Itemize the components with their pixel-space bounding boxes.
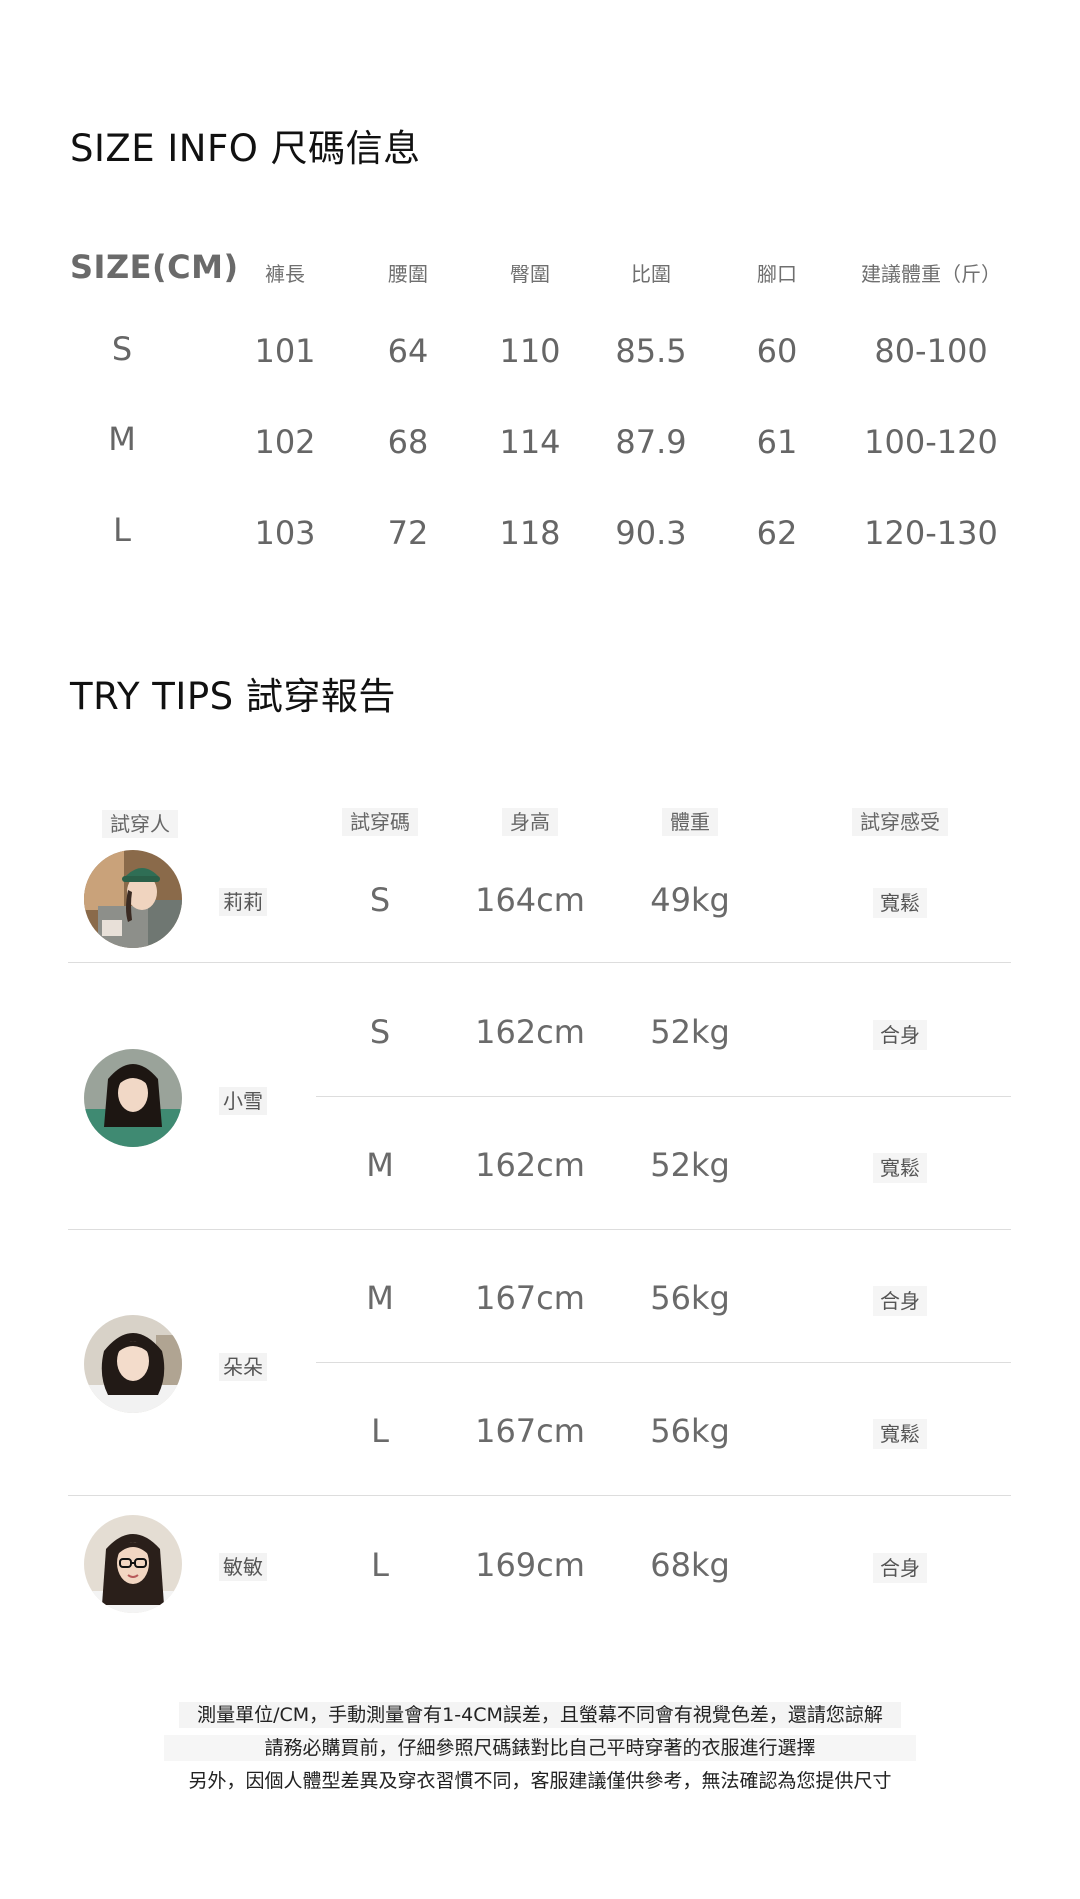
note-line-1: 測量單位/CM，手動測量會有1-4CM誤差，且螢幕不同會有視覺色差，還請您諒解	[0, 1700, 1080, 1728]
note-line-3: 另外，因個人體型差異及穿衣習慣不同，客服建議僅供參考，無法確認為您提供尺寸	[188, 1770, 892, 1792]
size-cell: 62	[756, 514, 798, 552]
size-cell: 90.3	[615, 514, 687, 552]
try-weight: 68kg	[650, 1546, 730, 1584]
tester-name: 小雪	[219, 1085, 267, 1115]
try-height: 167cm	[475, 1412, 585, 1450]
size-label: L	[113, 511, 131, 549]
size-cell: 101	[254, 332, 316, 370]
size-cell: 114	[499, 423, 561, 461]
try-weight: 52kg	[650, 1146, 730, 1184]
row-divider	[316, 1096, 1011, 1097]
tester-name: 朵朵	[219, 1351, 267, 1381]
size-cell: 110	[499, 332, 561, 370]
try-weight: 56kg	[650, 1412, 730, 1450]
try-weight: 52kg	[650, 1013, 730, 1051]
try-feel: 寬鬆	[840, 1418, 960, 1449]
size-cell: 118	[499, 514, 561, 552]
size-table-header-length: 褲長	[265, 262, 305, 286]
try-feel: 合身	[840, 1285, 960, 1316]
size-table-header-hem: 腳口	[757, 262, 797, 286]
try-height: 167cm	[475, 1279, 585, 1317]
try-size: S	[369, 881, 391, 919]
try-feel: 合身	[840, 1552, 960, 1583]
row-divider	[68, 1495, 1011, 1496]
try-size: M	[366, 1279, 394, 1317]
note-line-2: 請務必購買前，仔細參照尺碼錶對比自己平時穿著的衣服進行選擇	[0, 1733, 1080, 1761]
try-feel: 寬鬆	[840, 1152, 960, 1183]
size-label: S	[111, 330, 133, 368]
row-divider	[316, 1362, 1011, 1363]
try-header-feel: 試穿感受	[840, 806, 960, 836]
size-cell: 60	[756, 332, 798, 370]
try-feel: 寬鬆	[840, 887, 960, 918]
size-cell: 68	[387, 423, 429, 461]
size-table-header-size: SIZE(CM)	[70, 248, 239, 286]
try-weight: 49kg	[650, 881, 730, 919]
row-divider	[68, 1229, 1011, 1230]
woman-glasses-avatar-icon	[84, 1515, 182, 1613]
size-table-header-waist: 腰圍	[388, 262, 428, 286]
size-cell: 64	[387, 332, 429, 370]
try-height: 162cm	[475, 1013, 585, 1051]
woman-long-dark-hair-avatar-icon	[84, 1049, 182, 1147]
try-size: L	[371, 1546, 389, 1584]
try-size: S	[369, 1013, 391, 1051]
try-size: L	[371, 1412, 389, 1450]
size-cell: 103	[254, 514, 316, 552]
try-size: M	[366, 1146, 394, 1184]
size-cell: 120-130	[864, 514, 998, 552]
try-header-height: 身高	[480, 806, 580, 836]
try-header-size: 試穿碼	[330, 806, 430, 836]
try-feel: 合身	[840, 1019, 960, 1050]
try-height: 164cm	[475, 881, 585, 919]
size-cell: 87.9	[615, 423, 687, 461]
try-height: 169cm	[475, 1546, 585, 1584]
tester-name: 莉莉	[219, 886, 267, 916]
try-weight: 56kg	[650, 1279, 730, 1317]
tester-name: 敏敏	[219, 1551, 267, 1581]
size-cell: 100-120	[864, 423, 998, 461]
size-table-header-hip: 臀圍	[510, 262, 550, 286]
row-divider	[68, 962, 1011, 963]
woman-wavy-hair-avatar-icon	[84, 1315, 182, 1413]
size-cell: 72	[387, 514, 429, 552]
woman-green-cap-avatar-icon	[84, 850, 182, 948]
try-header-person: 試穿人	[90, 808, 190, 838]
try-tips-title: TRY TIPS 試穿報告	[70, 675, 396, 718]
size-table-header-weight: 建議體重（斤）	[861, 262, 1001, 286]
size-info-title: SIZE INFO 尺碼信息	[70, 127, 421, 170]
size-cell: 102	[254, 423, 316, 461]
try-header-weight: 體重	[640, 806, 740, 836]
try-height: 162cm	[475, 1146, 585, 1184]
size-table-header-thigh: 比圍	[631, 262, 671, 286]
size-label: M	[108, 420, 136, 458]
size-cell: 80-100	[874, 332, 988, 370]
size-cell: 61	[756, 423, 798, 461]
size-cell: 85.5	[615, 332, 687, 370]
